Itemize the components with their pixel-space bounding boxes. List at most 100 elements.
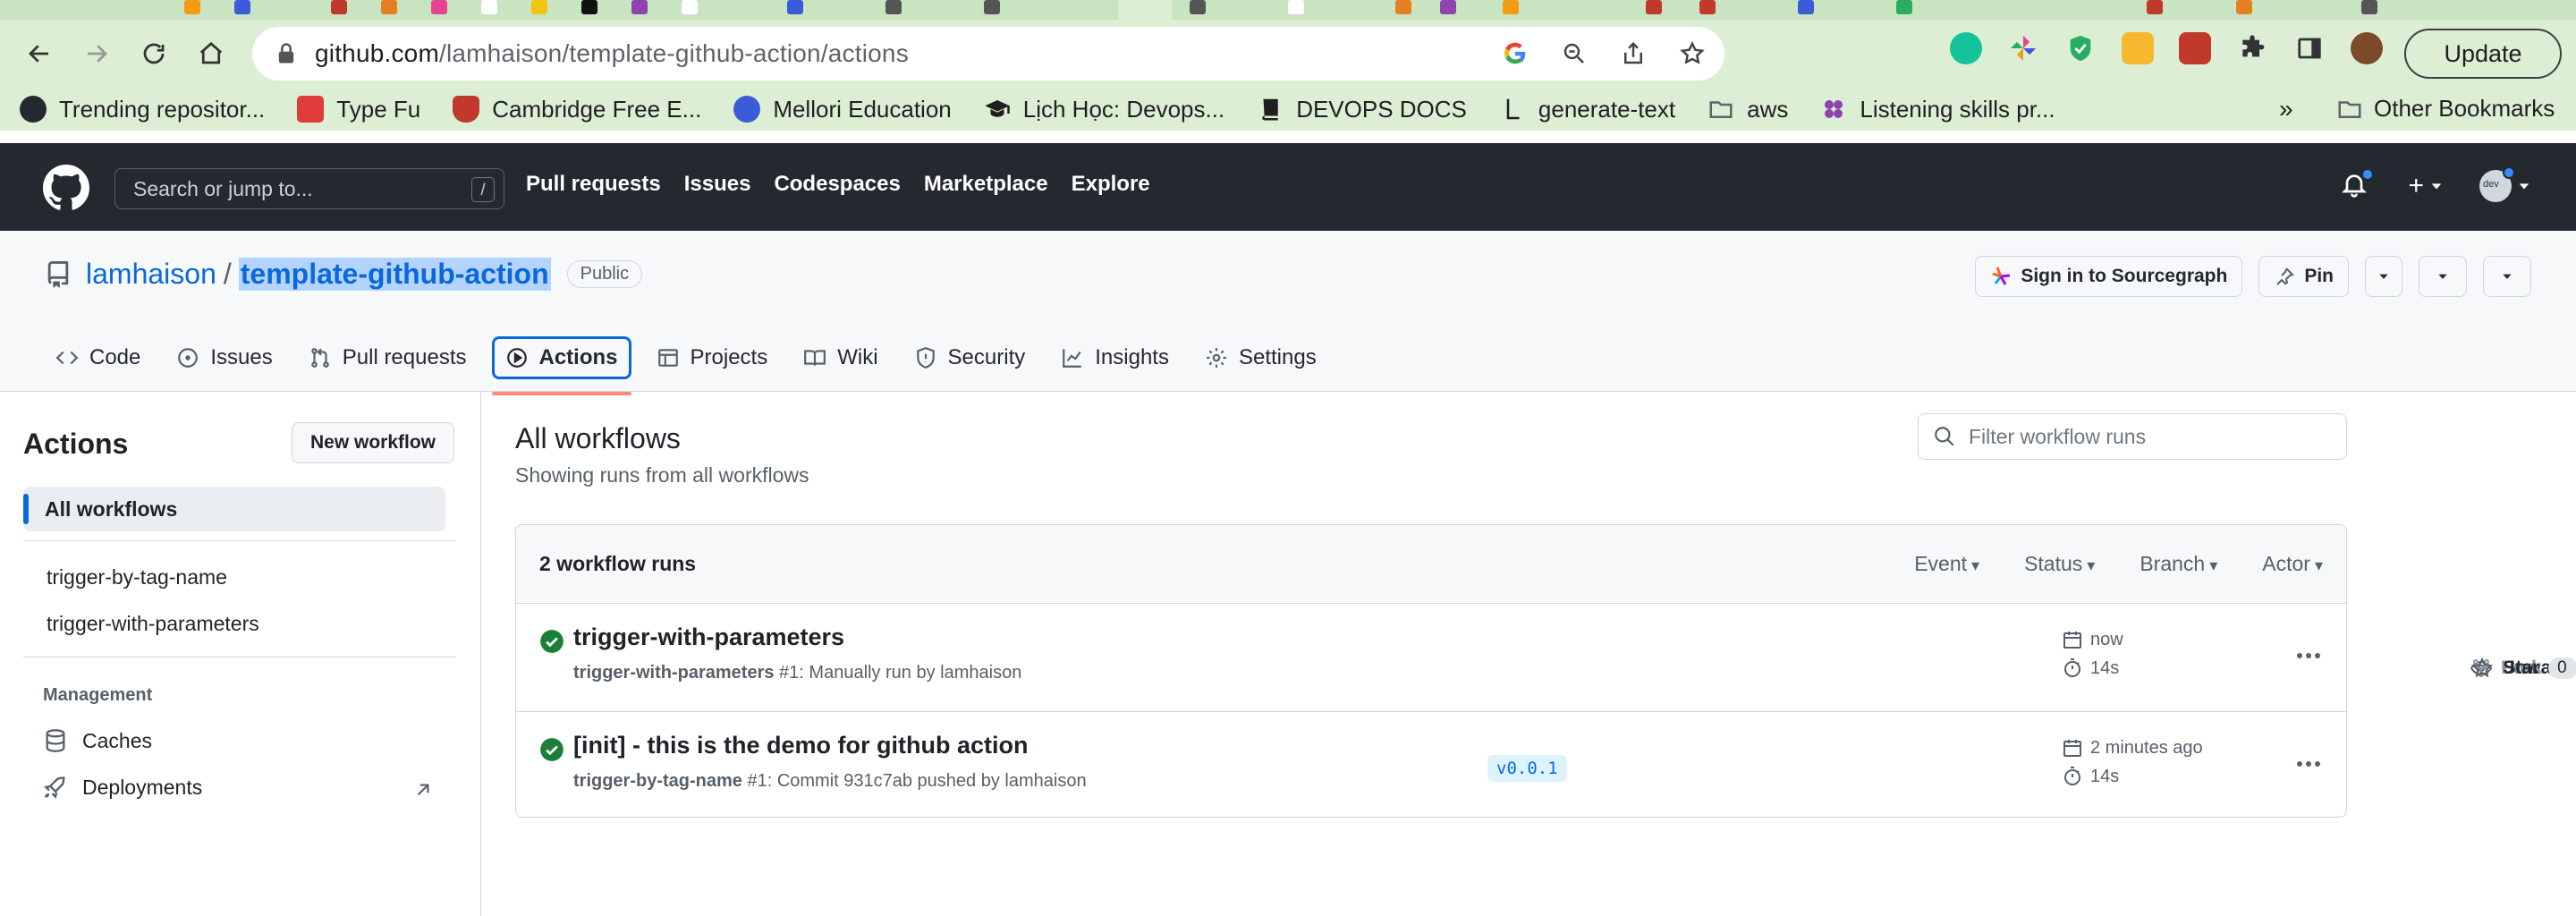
bookmark-star-icon[interactable] (1676, 38, 1708, 70)
tab-favicon[interactable] (581, 0, 597, 14)
profile-avatar[interactable] (2351, 32, 2383, 64)
nav-pull-requests[interactable]: Pull requests (526, 172, 661, 197)
google-icon[interactable] (1499, 38, 1531, 70)
tab-favicon[interactable] (1699, 0, 1716, 14)
sidebar-item-workflow[interactable]: trigger-with-parameters (47, 612, 259, 636)
create-new-button[interactable]: + (2408, 171, 2444, 201)
video-speed-icon[interactable] (2179, 32, 2211, 64)
bookmark-item[interactable]: DEVOPS DOCS (1257, 96, 1467, 123)
tab-favicon[interactable] (381, 0, 397, 14)
zoom-icon[interactable] (1558, 38, 1590, 70)
pinwheel-icon[interactable] (2007, 32, 2039, 64)
grammarly-icon[interactable] (1950, 32, 1982, 64)
status-filter-dropdown[interactable]: Status (2024, 552, 2095, 576)
tab-favicon[interactable] (1798, 0, 1814, 14)
more-options-icon[interactable] (2292, 645, 2325, 666)
tab-favicon[interactable] (431, 0, 447, 14)
fork-dropdown[interactable] (2419, 257, 2466, 296)
star-dropdown[interactable] (2484, 257, 2530, 296)
tab-favicon[interactable] (886, 0, 902, 14)
repo-name-link[interactable]: template-github-action (238, 258, 551, 291)
tab-favicon[interactable] (481, 0, 497, 14)
nav-codespaces[interactable]: Codespaces (774, 172, 900, 197)
nav-explore[interactable]: Explore (1072, 172, 1150, 197)
bookmark-item[interactable]: Lịch Học: Devops... (984, 96, 1224, 123)
tab-security[interactable]: Security (903, 336, 1037, 379)
sourcegraph-button[interactable]: Sign in to Sourcegraph (1975, 256, 2243, 297)
run-title-link[interactable]: trigger-with-parameters (573, 623, 844, 651)
global-search-input[interactable]: Search or jump to... / (114, 168, 504, 209)
tab-wiki[interactable]: Wiki (792, 336, 888, 379)
honey-icon[interactable] (2122, 32, 2154, 64)
active-tab[interactable] (1118, 0, 1172, 20)
puzzle-icon[interactable] (2236, 32, 2268, 64)
update-button[interactable]: Update (2404, 29, 2562, 79)
tab-favicon[interactable] (1440, 0, 1456, 14)
tab-favicon[interactable] (1395, 0, 1411, 14)
user-menu[interactable]: dev (2479, 166, 2531, 202)
pin-button[interactable]: Pin (2258, 256, 2349, 297)
back-button[interactable] (14, 29, 64, 79)
tab-favicon[interactable] (1503, 0, 1519, 14)
sidebar-item-all-workflows[interactable]: All workflows (23, 487, 445, 531)
tab-favicon[interactable] (787, 0, 803, 14)
bookmark-item[interactable]: Trending repositor... (20, 96, 265, 123)
bookmark-item[interactable]: Type Fu (297, 96, 420, 123)
repo-owner-link[interactable]: lamhaison (86, 258, 216, 291)
tab-favicon[interactable] (631, 0, 648, 14)
star-button[interactable]: Star 0 (2471, 256, 2576, 679)
watch-button[interactable]: Unwatch 1 (2365, 256, 2576, 678)
new-workflow-button[interactable]: New workflow (292, 422, 455, 463)
tab-favicon[interactable] (531, 0, 547, 14)
tag-badge[interactable]: v0.0.1 (1487, 755, 1567, 782)
fork-button[interactable]: Fork 0 (2419, 256, 2576, 679)
bookmark-item[interactable]: Cambridge Free E... (453, 96, 701, 123)
share-icon[interactable] (1617, 38, 1649, 70)
bookmark-item[interactable]: Listening skills pr... (1820, 96, 2055, 123)
tab-favicon[interactable] (2236, 0, 2252, 14)
more-bookmarks-button[interactable]: » (2279, 95, 2293, 123)
tab-favicon[interactable] (1896, 0, 1912, 14)
tab-favicon[interactable] (1646, 0, 1662, 14)
tab-favicon[interactable] (331, 0, 347, 14)
table-row[interactable]: [init] - this is the demo for github act… (516, 711, 2346, 817)
bookmark-item[interactable]: Mellori Education (733, 96, 952, 123)
tab-favicon[interactable] (984, 0, 1000, 14)
run-title-link[interactable]: [init] - this is the demo for github act… (573, 732, 1028, 759)
notifications-button[interactable] (2340, 168, 2375, 204)
tab-actions[interactable]: Actions (491, 336, 631, 395)
tab-favicon[interactable] (234, 0, 250, 14)
forward-button[interactable] (72, 29, 122, 79)
bookmark-item[interactable]: aws (1707, 96, 1788, 123)
sidebar-icon[interactable] (2293, 32, 2326, 64)
actor-filter-dropdown[interactable]: Actor (2262, 552, 2323, 576)
watch-dropdown[interactable] (2366, 257, 2402, 296)
home-button[interactable] (186, 29, 236, 79)
tab-favicon[interactable] (1190, 0, 1206, 14)
tab-code[interactable]: Code (45, 336, 151, 379)
tab-settings[interactable]: Settings (1194, 336, 1327, 379)
tab-issues[interactable]: Issues (165, 336, 283, 379)
bookmark-item[interactable]: generate-text (1499, 96, 1675, 123)
address-bar[interactable]: github.com/lamhaison/template-github-act… (252, 27, 1724, 81)
tab-favicon[interactable] (2361, 0, 2377, 14)
tab-favicon[interactable] (1288, 0, 1304, 14)
sidebar-item-caches[interactable]: Caches (43, 728, 152, 753)
tab-insights[interactable]: Insights (1050, 336, 1180, 379)
sidebar-item-deployments[interactable]: Deployments (43, 775, 202, 800)
github-logo-icon[interactable] (43, 165, 89, 211)
tab-favicon[interactable] (2147, 0, 2163, 14)
tab-favicon[interactable] (184, 0, 200, 14)
tab-projects[interactable]: Projects (646, 336, 779, 379)
nav-marketplace[interactable]: Marketplace (924, 172, 1048, 197)
tab-pull-requests[interactable]: Pull requests (298, 336, 478, 379)
table-row[interactable]: trigger-with-parameters trigger-with-par… (516, 604, 2346, 711)
branch-filter-dropdown[interactable]: Branch (2140, 552, 2217, 576)
nav-issues[interactable]: Issues (684, 172, 751, 197)
event-filter-dropdown[interactable]: Event (1914, 552, 1979, 576)
shield-check-icon[interactable] (2064, 32, 2097, 64)
sidebar-item-workflow[interactable]: trigger-by-tag-name (47, 565, 227, 589)
other-bookmarks[interactable]: Other Bookmarks (2336, 95, 2555, 123)
filter-workflow-runs-input[interactable]: Filter workflow runs (1918, 413, 2347, 460)
more-options-icon[interactable] (2292, 753, 2325, 775)
